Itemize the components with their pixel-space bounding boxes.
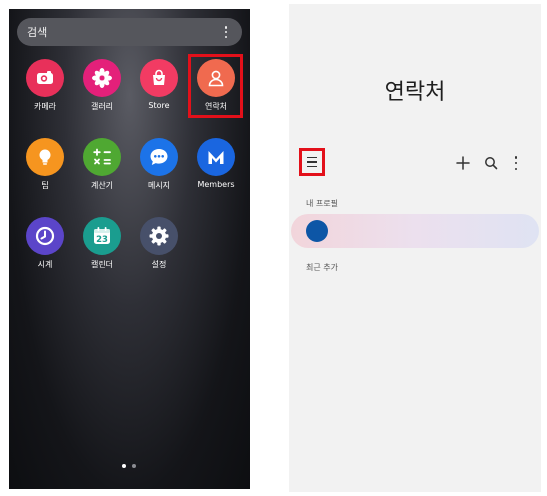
app-label: 시계 [37,260,53,269]
page-indicator[interactable] [122,464,136,468]
app-label: Store [148,101,170,110]
calculator-icon [83,138,121,176]
recent-added-label: 최근 추가 [306,263,338,272]
hamburger-icon[interactable] [299,148,325,176]
search-icon[interactable] [482,154,500,172]
chat-bubble-icon [140,138,178,176]
app-members[interactable]: Members [190,138,242,189]
more-options-icon[interactable] [220,24,232,40]
app-label: 캘린더 [90,260,114,269]
page-dot [132,464,136,468]
app-messages[interactable]: 메시지 [133,138,185,191]
app-store[interactable]: Store [133,59,185,110]
camera-icon [26,59,64,97]
avatar [306,220,328,242]
app-label: 설정 [151,260,167,269]
my-profile-row[interactable] [291,214,539,248]
app-label: 갤러리 [90,102,114,111]
app-camera[interactable]: 카메라 [19,59,71,112]
contacts-screen: 연락처 내 프로필 최근 추가 [289,4,541,492]
plus-icon[interactable] [454,154,472,172]
search-placeholder: 검색 [27,26,48,39]
app-calendar[interactable]: 23 캘린더 [76,217,128,270]
clock-icon [26,217,64,255]
calendar-date: 23 [96,235,108,245]
app-settings[interactable]: 설정 [133,217,185,270]
flower-icon [83,59,121,97]
recent-contacts-list [289,279,541,492]
calendar-icon: 23 [83,217,121,255]
search-bar[interactable]: 검색 [17,18,242,46]
shopping-bag-icon [140,59,178,97]
app-label: 메시지 [147,181,171,190]
more-vertical-icon[interactable] [507,154,525,172]
page-title: 연락처 [384,80,446,105]
app-label: Members [197,180,235,189]
app-label: 카메라 [33,102,57,111]
contacts-app-highlight [188,54,243,118]
lightbulb-icon [26,138,64,176]
app-clock[interactable]: 시계 [19,217,71,270]
gear-icon [140,217,178,255]
app-label: 팁 [41,181,49,190]
my-profile-label: 내 프로필 [306,199,338,208]
app-label: 계산기 [90,181,114,190]
members-m-icon [197,138,235,176]
app-tips[interactable]: 팁 [19,138,71,191]
app-gallery[interactable]: 갤러리 [76,59,128,112]
app-calculator[interactable]: 계산기 [76,138,128,191]
page-dot-active [122,464,126,468]
